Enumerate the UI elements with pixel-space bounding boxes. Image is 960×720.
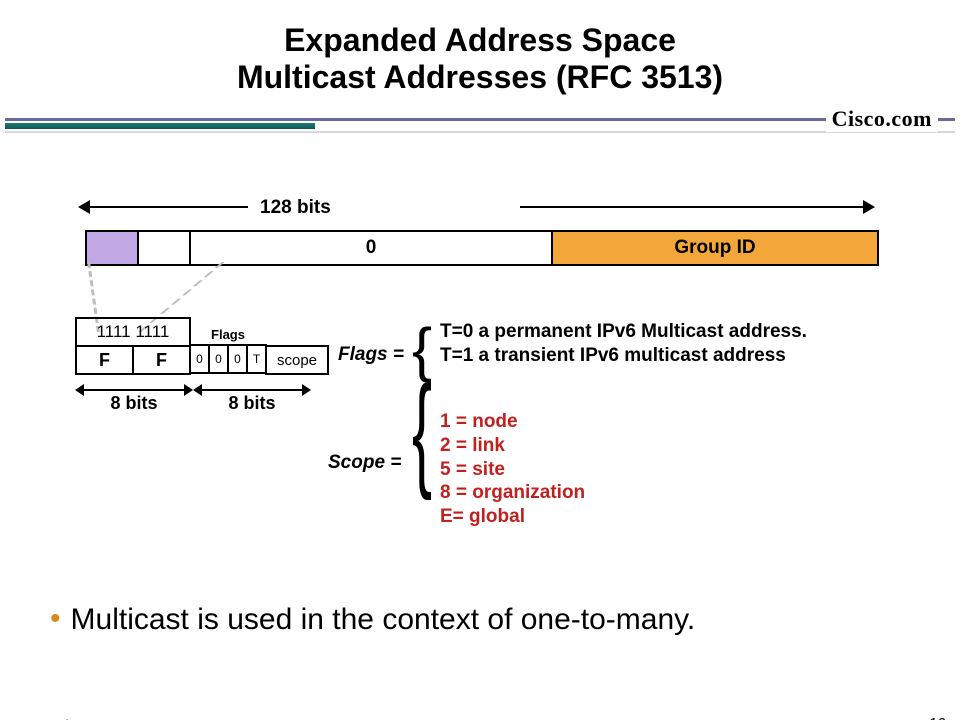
ff-row: F F Flags 0 0 0 T scope (75, 345, 329, 375)
brand-logo: Cisco.com (826, 106, 938, 132)
scope-desc-2: 2 = link (440, 434, 585, 458)
scope-desc-4: 8 = organization (440, 481, 585, 505)
bullet-text: Multicast is used in the context of one-… (71, 602, 696, 638)
seg-gap (139, 232, 191, 264)
rule-teal (5, 123, 315, 129)
flag-bits: 0 0 0 T (189, 344, 267, 374)
seg-prefix (87, 232, 139, 264)
flags-desc-2: T=1 a transient IPv6 multicast address (440, 344, 807, 368)
flag-bit-0: 0 (189, 344, 210, 374)
flags-group: Flags 0 0 0 T (189, 345, 267, 375)
seg-zero: 0 (191, 232, 553, 264)
flag-bit-2: 0 (227, 344, 248, 374)
bullet-dot-icon: • (50, 602, 61, 638)
scope-desc-5: E= global (440, 505, 585, 529)
ff-cell-2: F (132, 345, 191, 375)
ff-detail: 1111 1111 F F Flags 0 0 0 T scope 8 bits (75, 317, 329, 414)
flags-desc: T=0 a permanent IPv6 Multicast address. … (440, 320, 807, 368)
eightbits-1: 8 bits (75, 383, 193, 414)
mini-arrow-1 (83, 389, 185, 391)
width-label: 128 bits (260, 197, 331, 219)
title-line1: Expanded Address Space (0, 22, 960, 59)
page-title: Expanded Address Space Multicast Address… (0, 22, 960, 96)
scope-desc: 1 = node 2 = link 5 = site 8 = organizat… (440, 410, 585, 529)
width-arrow-right (520, 206, 865, 208)
bullet-item: • Multicast is used in the context of on… (50, 602, 920, 638)
scope-brace-icon: { (412, 369, 432, 495)
address-bar: 0 Group ID (85, 230, 879, 266)
flag-bit-1: 0 (208, 344, 229, 374)
scope-desc-3: 5 = site (440, 458, 585, 482)
flags-desc-1: T=0 a permanent IPv6 Multicast address. (440, 320, 807, 344)
scope-desc-1: 1 = node (440, 410, 585, 434)
title-line2: Multicast Addresses (RFC 3513) (0, 59, 960, 96)
header-rule: Cisco.com (0, 110, 960, 132)
width-arrow-left (88, 206, 248, 208)
scope-cell: scope (265, 345, 329, 375)
bin-1111: 1111 1111 (75, 317, 191, 347)
eightbits-1-label: 8 bits (110, 393, 157, 413)
slide: Expanded Address Space Multicast Address… (0, 22, 960, 720)
flags-label: Flags = (338, 344, 404, 366)
rule-grey (5, 131, 955, 133)
flag-bit-T: T (246, 344, 267, 374)
scope-label: Scope = (328, 452, 401, 474)
rule-purple (5, 118, 955, 121)
seg-group: Group ID (553, 232, 877, 264)
footer-page: 16 (929, 715, 946, 720)
mini-arrow-2 (201, 389, 303, 391)
ff-cell-1: F (75, 345, 134, 375)
flags-mini-label: Flags (189, 327, 267, 342)
eightbits-2-label: 8 bits (228, 393, 275, 413)
eightbits-2: 8 bits (193, 383, 311, 414)
eightbits-row: 8 bits 8 bits (75, 383, 329, 414)
